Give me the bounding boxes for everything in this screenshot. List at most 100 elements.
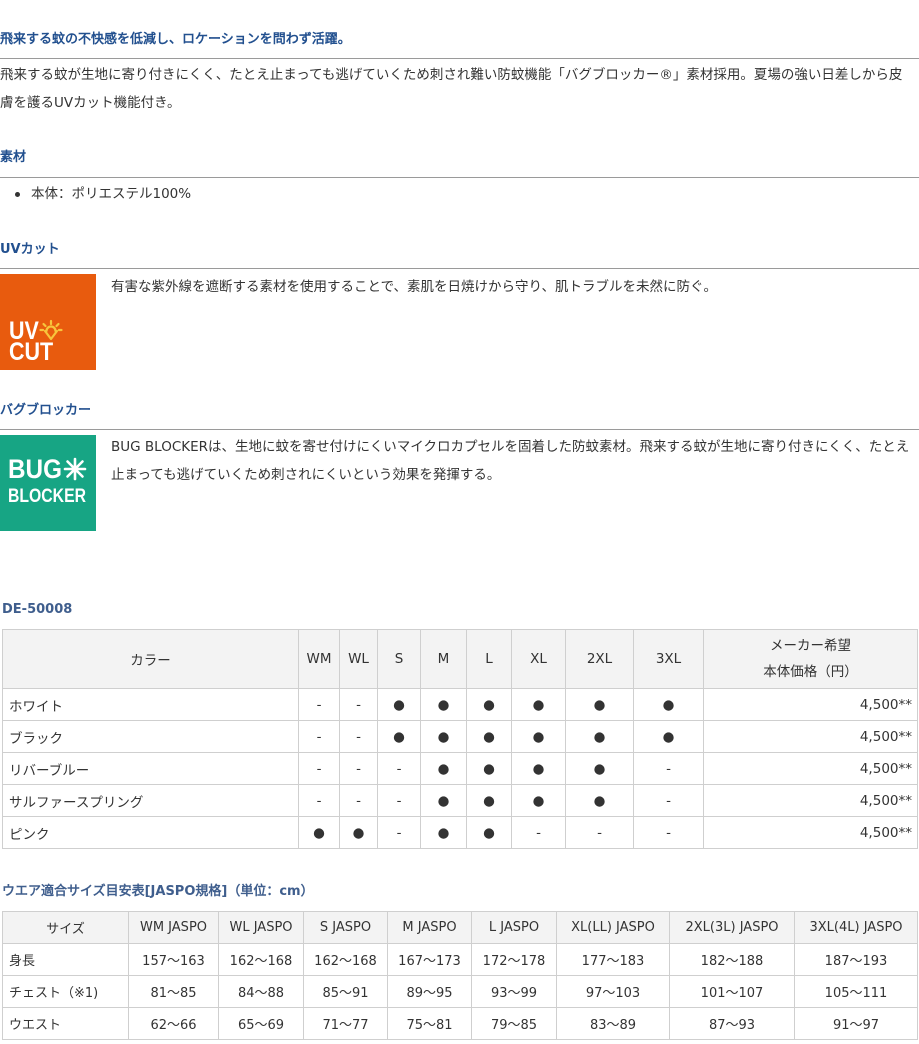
- intro-description: 飛来する蚊が生地に寄り付きにくく、たとえ止まっても逃げていくため刺され難い防蚊機…: [0, 67, 903, 111]
- size-chart-column-header: XL(LL) JASPO: [556, 911, 670, 944]
- available-mark: ●: [420, 784, 467, 817]
- measurement-value: 157～163: [128, 943, 219, 976]
- unavailable-mark: -: [339, 688, 378, 721]
- available-mark: ●: [565, 784, 634, 817]
- size-chart-heading: ウエア適合サイズ目安表[JASPO規格]（単位：cm）: [2, 884, 314, 899]
- material-item: 本体：ポリエステル100%: [0, 184, 600, 204]
- table-row: ピンク ● ● - ● ● - - -4,500**: [2, 816, 918, 849]
- unavailable-mark: -: [565, 816, 634, 849]
- available-mark: ●: [466, 688, 512, 721]
- measurement-value: 71～77: [303, 1007, 388, 1040]
- available-mark: ●: [298, 816, 340, 849]
- price-value: 4,500**: [703, 752, 918, 785]
- size-chart-table: サイズ WM JASPO WL JASPO S JASPO M JASPO L JASPO…: [2, 911, 918, 1040]
- unavailable-mark: -: [511, 816, 566, 849]
- unavailable-mark: -: [377, 816, 421, 849]
- size-chart-header-row: サイズ WM JASPO WL JASPO S JASPO M JASPO L JASPO…: [2, 911, 918, 944]
- starburst-icon: [63, 457, 87, 481]
- color-column-header: カラー: [2, 629, 299, 689]
- measurement-value: 97～103: [556, 975, 670, 1008]
- unavailable-mark: -: [377, 752, 421, 785]
- color-name: ピンク: [2, 816, 299, 849]
- color-name: ブラック: [2, 720, 299, 753]
- model-number-heading: DE-50008: [2, 602, 73, 617]
- bug-blocker-logo-line1: BUG: [8, 454, 62, 484]
- unavailable-mark: -: [633, 752, 704, 785]
- table-row: チェスト（※1) 81～85 84～88 85～91 89～95 93～99 97～103 1…: [2, 975, 918, 1008]
- bug-blocker-logo: BUG BLOCKER: [0, 435, 96, 531]
- size-chart-body: 身長 157～163 162～168 162～168 167～173 172～178 177…: [2, 943, 918, 1040]
- product-detail-page: 飛来する蚊の不快感を低減し、ロケーションを問わず活躍。 飛来する蚊が生地に寄り付…: [0, 0, 919, 1044]
- uv-cut-heading: UVカット: [0, 241, 919, 269]
- size-column-header: M: [420, 629, 467, 689]
- measurement-value: 101～107: [669, 975, 795, 1008]
- available-mark: ●: [339, 816, 378, 849]
- available-mark: ●: [511, 784, 566, 817]
- size-column-header: 3XL: [633, 629, 704, 689]
- unavailable-mark: -: [298, 752, 340, 785]
- available-mark: ●: [466, 752, 512, 785]
- measurement-label: 身長: [2, 943, 129, 976]
- price-value: 4,500**: [703, 720, 918, 753]
- measurement-value: 79～85: [471, 1007, 557, 1040]
- available-mark: ●: [511, 720, 566, 753]
- available-mark: ●: [565, 752, 634, 785]
- available-mark: ●: [565, 720, 634, 753]
- unavailable-mark: -: [298, 784, 340, 817]
- size-chart-column-header: 3XL(4L) JASPO: [794, 911, 918, 944]
- available-mark: ●: [565, 688, 634, 721]
- available-mark: ●: [511, 688, 566, 721]
- available-mark: ●: [466, 720, 512, 753]
- uv-cut-description: 有害な紫外線を遮断する素材を使用することで、素肌を日焼けから守り、肌トラブルを未…: [111, 279, 718, 295]
- size-chart-column-header: S JASPO: [303, 911, 388, 944]
- size-column-header: 2XL: [565, 629, 634, 689]
- bug-blocker-heading: バグブロッカー: [0, 402, 919, 430]
- measurement-value: 162～168: [218, 943, 304, 976]
- unavailable-mark: -: [377, 784, 421, 817]
- measurement-value: 172～178: [471, 943, 557, 976]
- available-mark: ●: [420, 816, 467, 849]
- available-mark: ●: [420, 720, 467, 753]
- unavailable-mark: -: [339, 720, 378, 753]
- unavailable-mark: -: [633, 784, 704, 817]
- price-value: 4,500**: [703, 816, 918, 849]
- size-column-header: XL: [511, 629, 566, 689]
- table-row: ウエスト 62～66 65～69 71～77 75～81 79～85 83～89 87～93 9…: [2, 1007, 918, 1040]
- available-mark: ●: [420, 688, 467, 721]
- size-column-header: WM: [298, 629, 340, 689]
- color-name: サルファースプリング: [2, 784, 299, 817]
- measurement-value: 87～93: [669, 1007, 795, 1040]
- bug-blocker-logo-line2: BLOCKER: [8, 486, 86, 507]
- intro-heading: 飛来する蚊の不快感を低減し、ロケーションを問わず活躍。: [0, 31, 919, 59]
- price-header-line: メーカー希望: [770, 638, 851, 654]
- unavailable-mark: -: [298, 720, 340, 753]
- available-mark: ●: [466, 816, 512, 849]
- measurement-value: 105～111: [794, 975, 918, 1008]
- measurement-value: 84～88: [218, 975, 304, 1008]
- uv-cut-logo: UV CUT: [0, 274, 96, 370]
- material-heading: 素材: [0, 149, 919, 178]
- measurement-value: 177～183: [556, 943, 670, 976]
- available-mark: ●: [633, 720, 704, 753]
- measurement-value: 83～89: [556, 1007, 670, 1040]
- unavailable-mark: -: [298, 688, 340, 721]
- color-name: ホワイト: [2, 688, 299, 721]
- available-mark: ●: [420, 752, 467, 785]
- price-column-header: メーカー希望 本体価格（円）: [703, 629, 918, 689]
- measurement-value: 162～168: [303, 943, 388, 976]
- available-mark: ●: [377, 688, 421, 721]
- size-chart-column-header: 2XL(3L) JASPO: [669, 911, 795, 944]
- measurement-value: 75～81: [387, 1007, 472, 1040]
- measurement-value: 187～193: [794, 943, 918, 976]
- size-column-header: S: [377, 629, 421, 689]
- price-value: 4,500**: [703, 784, 918, 817]
- size-chart-column-header: M JASPO: [387, 911, 472, 944]
- measurement-value: 93～99: [471, 975, 557, 1008]
- measurement-value: 81～85: [128, 975, 219, 1008]
- price-header-line: 本体価格（円）: [763, 664, 858, 680]
- unavailable-mark: -: [339, 752, 378, 785]
- product-table-body: ホワイト - - ● ● ● ● ● ● 4,500** ブラック - - ● ● ● ● ● ● 4,500** リバ…: [2, 688, 918, 849]
- measurement-label: チェスト（※1): [2, 975, 129, 1008]
- table-row: ブラック - - ● ● ● ● ● ● 4,500**: [2, 720, 918, 753]
- size-column-header: WL: [339, 629, 378, 689]
